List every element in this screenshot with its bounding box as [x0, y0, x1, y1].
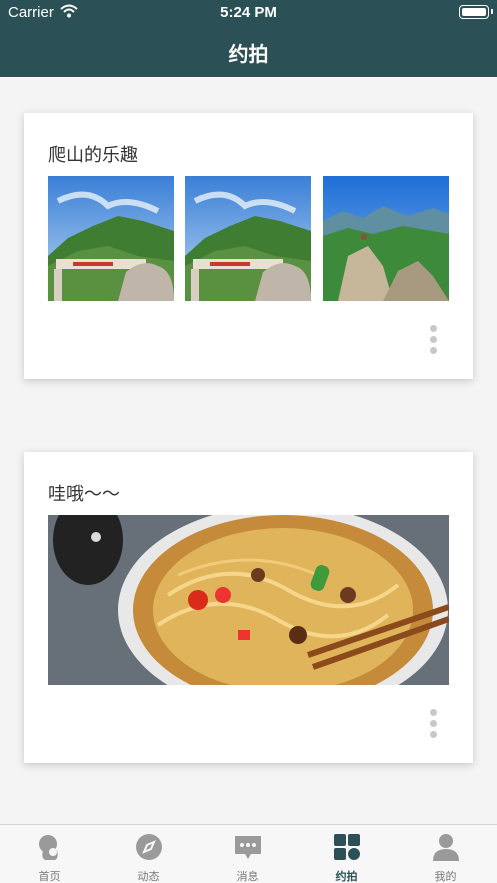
tab-label: 动态: [137, 870, 160, 883]
more-options-icon[interactable]: [428, 325, 438, 359]
more-options-icon[interactable]: [428, 709, 438, 743]
post-photo-mountain-gate-2[interactable]: [185, 176, 311, 301]
post-card[interactable]: 哇哦～～: [24, 452, 473, 763]
post-title: 哇哦～～: [48, 484, 120, 505]
person-icon: [433, 834, 459, 861]
post-photo-noodles[interactable]: [48, 515, 449, 685]
grid-icon: [334, 834, 360, 860]
post-photo-mountain-gate[interactable]: [48, 176, 174, 301]
page-title: 约拍: [228, 42, 269, 66]
post-title: 爬山的乐趣: [48, 145, 138, 166]
tab-appointment[interactable]: 约拍: [297, 825, 396, 883]
home-icon: [39, 835, 58, 860]
tab-bar: 首页 动态 消息 约拍 我的: [0, 824, 497, 883]
post-card[interactable]: 爬山的乐趣: [24, 113, 473, 379]
tab-label: 消息: [236, 870, 259, 883]
tab-profile[interactable]: 我的: [396, 825, 495, 883]
tab-label: 我的: [434, 870, 457, 883]
post-photo-mountain-cliff[interactable]: [323, 176, 449, 301]
top-bar: Carrier 5:24 PM 约拍: [0, 0, 497, 77]
battery-icon: [459, 5, 493, 19]
status-bar: Carrier 5:24 PM: [0, 0, 497, 26]
tab-label: 约拍: [335, 870, 358, 883]
status-time: 5:24 PM: [220, 4, 277, 21]
tab-home[interactable]: 首页: [0, 825, 99, 883]
tab-moments[interactable]: 动态: [99, 825, 198, 883]
chat-icon: [235, 836, 261, 859]
tab-messages[interactable]: 消息: [198, 825, 297, 883]
compass-icon: [136, 834, 162, 860]
tab-label: 首页: [38, 870, 61, 883]
